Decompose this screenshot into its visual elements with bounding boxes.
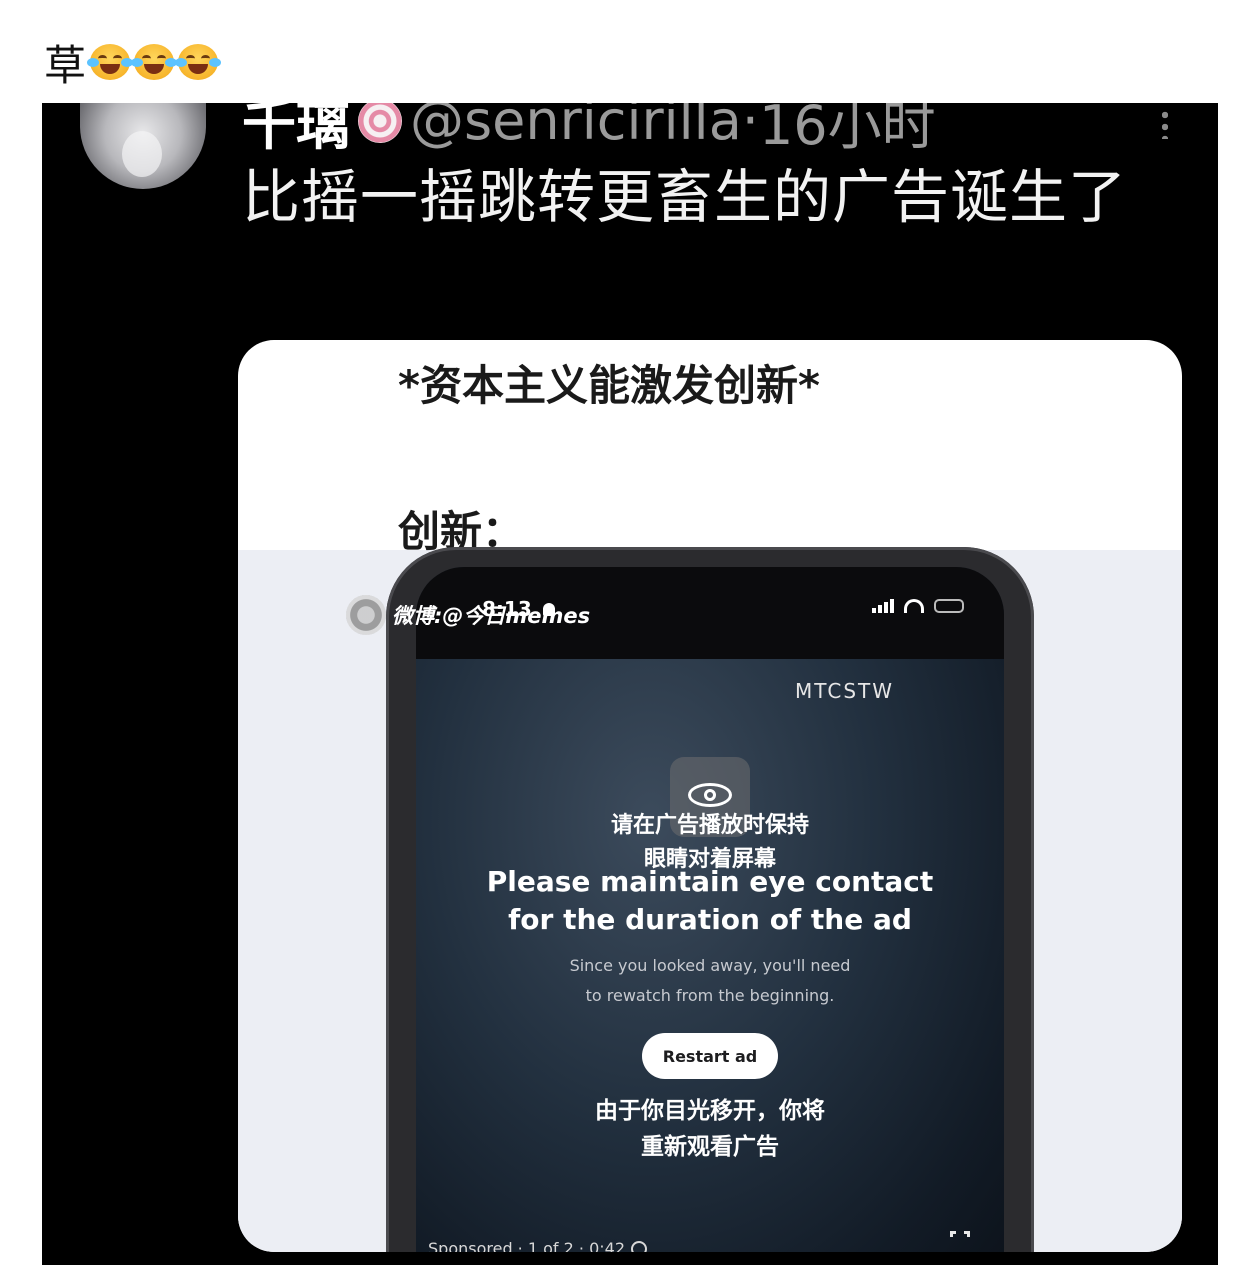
tweet-text: 比摇一摇跳转更畜生的广告诞生了 — [242, 163, 1128, 231]
caption-text: 草 — [44, 40, 87, 90]
eye-icon — [688, 783, 732, 807]
watermark-text: 微博:@今日memes — [392, 604, 591, 628]
swirl-badge-icon — [358, 103, 402, 143]
battery-icon — [934, 599, 964, 613]
weibo-logo-icon — [346, 595, 386, 635]
body-line-1: Since you looked away, you'll need — [569, 956, 851, 975]
tweet-screenshot-image[interactable]: 千璃 @senricirilla · 16小时 比摇一摇跳转更畜生的广告诞生了 … — [42, 103, 1218, 1265]
post-caption: 草 — [44, 34, 222, 90]
sponsored-text: Sponsored · 1 of 2 · 0:42 — [428, 1239, 625, 1252]
author-handle: @senricirilla — [410, 103, 742, 152]
phone-screen: 8:13 MTCSTW 请在广告播放时保持 眼睛对着屏幕 Please main… — [416, 567, 1004, 1252]
more-options-icon — [1162, 109, 1168, 139]
face-with-tears-of-joy-icon — [131, 44, 178, 80]
zh-bottom-line-2: 重新观看广告 — [641, 1134, 779, 1160]
separator-dot: · — [741, 103, 759, 152]
face-with-tears-of-joy-icon — [87, 44, 134, 80]
zh-notice-line-1: 请在广告播放时保持 — [610, 813, 809, 838]
status-icons — [872, 599, 964, 613]
headline-line-2: for the duration of the ad — [508, 903, 912, 936]
emoji-row — [87, 44, 222, 80]
fullscreen-icon[interactable] — [950, 1231, 970, 1252]
phone-frame: 8:13 MTCSTW 请在广告播放时保持 眼睛对着屏幕 Please main… — [346, 547, 1034, 1252]
tweet-header: 千璃 @senricirilla · 16小时 — [242, 103, 936, 160]
meme-title: *资本主义能激发创新* — [398, 361, 820, 410]
post-time: 16小时 — [758, 103, 936, 157]
advertiser-brand: MTCSTW — [795, 679, 894, 703]
info-icon — [631, 1240, 647, 1252]
body-line-2: to rewatch from the beginning. — [585, 986, 835, 1005]
author-avatar — [80, 103, 206, 189]
restart-ad-button[interactable]: Restart ad — [642, 1033, 778, 1079]
weibo-watermark: 微博:@今日memes — [346, 595, 590, 635]
zh-bottom-line-1: 由于你目光移开，你将 — [595, 1098, 825, 1124]
sponsored-label: Sponsored · 1 of 2 · 0:42 — [428, 1239, 647, 1252]
face-with-tears-of-joy-icon — [175, 44, 222, 80]
author-name: 千璃 — [242, 103, 350, 157]
cellular-signal-icon — [872, 599, 894, 613]
meme-image-card: *资本主义能激发创新* 创新： 8:13 MTCSTW 请在广告播放时保持 眼睛… — [238, 340, 1182, 1252]
headline-line-1: Please maintain eye contact — [486, 865, 934, 898]
wifi-icon — [904, 599, 924, 613]
